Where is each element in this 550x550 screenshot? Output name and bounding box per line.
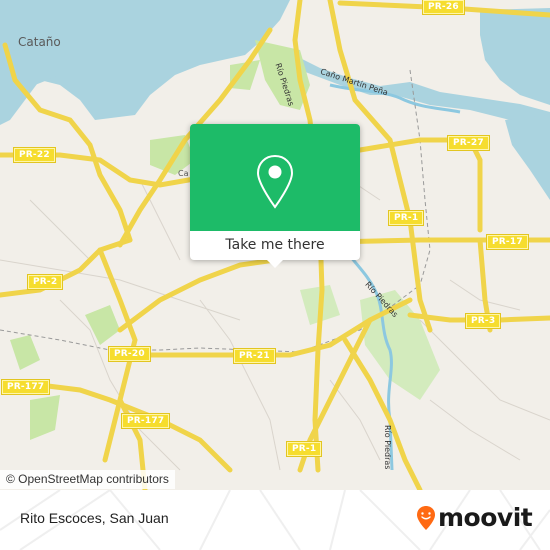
take-me-there-button[interactable]: Take me there: [190, 231, 360, 260]
water-label-rio-piedras: Río Piedras: [383, 425, 392, 470]
road-shield-pr21: PR-21: [233, 348, 276, 364]
location-popup: Take me there: [190, 124, 360, 268]
laguna-water: [480, 8, 550, 105]
road-shield-pr27: PR-27: [447, 135, 490, 151]
road-shield-pr26: PR-26: [422, 0, 465, 15]
road-pr2: [0, 237, 133, 298]
road-shield-pr3: PR-3: [464, 313, 502, 329]
map-view[interactable]: Cataño Ca Caño Martín Peña Río Piedras R…: [0, 0, 550, 490]
bay-water-east: [505, 115, 550, 200]
moovit-pin-icon: [417, 506, 435, 530]
park-area: [30, 395, 60, 440]
road-shield-pr17: PR-17: [486, 234, 529, 250]
road-shield-pr1: PR-1: [387, 210, 425, 226]
location-pin-icon: [256, 154, 294, 209]
place-label-catano: Cataño: [18, 35, 61, 49]
road-shield-pr1: PR-1: [285, 441, 323, 457]
location-name: Rito Escoces, San Juan: [20, 510, 169, 526]
popup-header: [190, 124, 360, 231]
park-area: [85, 305, 120, 345]
road-shield-pr177: PR-177: [0, 379, 51, 395]
place-label-partial: Ca: [178, 169, 189, 178]
map-attribution[interactable]: © OpenStreetMap contributors: [0, 470, 175, 489]
road-shield-pr22: PR-22: [13, 147, 56, 163]
road-shield-pr177: PR-177: [120, 413, 171, 429]
park-area: [10, 335, 40, 370]
moovit-wordmark: moovit: [438, 503, 533, 532]
moovit-logo[interactable]: moovit: [416, 503, 533, 532]
footer-bar: Rito Escoces, San Juan moovit: [0, 490, 550, 550]
popup-pointer: [266, 259, 284, 268]
road: [117, 257, 278, 333]
road-shield-pr20: PR-20: [108, 346, 151, 362]
road-shield-pr2: PR-2: [26, 274, 64, 290]
